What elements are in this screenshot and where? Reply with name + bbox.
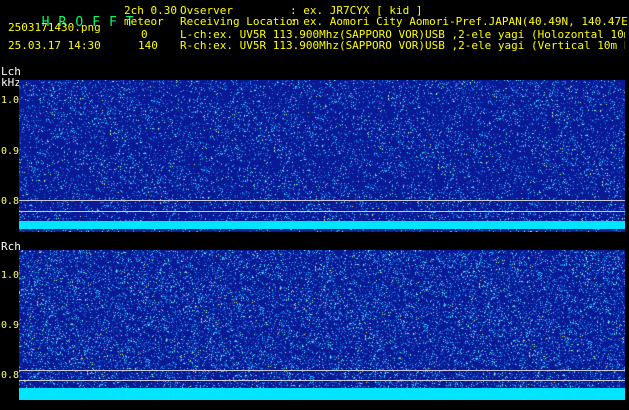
lch-spectrogram	[19, 80, 625, 232]
rch-reference-line	[19, 380, 625, 381]
lch-spectrogram-canvas	[19, 80, 625, 232]
location-label: Receiving Location	[180, 15, 300, 28]
rch-y-label-2: 0.9	[1, 320, 20, 331]
lch-unit: kHz	[1, 76, 21, 89]
lch-reference-line	[19, 211, 625, 212]
lch-info: L-ch:ex. UV5R 113.900Mhz(SAPPORO VOR)USB…	[180, 29, 625, 40]
rch-info: R-ch:ex. UV5R 113.900Mhz(SAPPORO VOR)USB…	[180, 40, 625, 51]
lch-y-label-2: 0.9	[1, 146, 20, 157]
rch-y-label-1: 1.0	[1, 270, 20, 281]
rch-reference-line	[19, 370, 625, 371]
meteor-label: meteor	[124, 15, 164, 28]
rch-spectrogram-canvas	[19, 250, 625, 400]
rch-label: Rch	[1, 240, 21, 253]
rch-spectrogram	[19, 250, 625, 400]
timestamp: 25.03.17 14:30	[8, 39, 101, 52]
lch-noise-band	[19, 221, 625, 229]
location-value: : ex. Aomori City Aomori-Pref.JAPAN(40.4…	[290, 15, 629, 28]
lch-y-label-3: 0.8	[1, 196, 20, 207]
rch-noise-band	[19, 388, 625, 400]
filename: 2503171430.png	[8, 21, 101, 34]
lch-y-label-1: 1.0	[1, 95, 20, 106]
rch-y-label-3: 0.8	[1, 370, 20, 381]
meteor-count-rch: 140	[138, 39, 158, 52]
lch-reference-line	[19, 200, 625, 201]
